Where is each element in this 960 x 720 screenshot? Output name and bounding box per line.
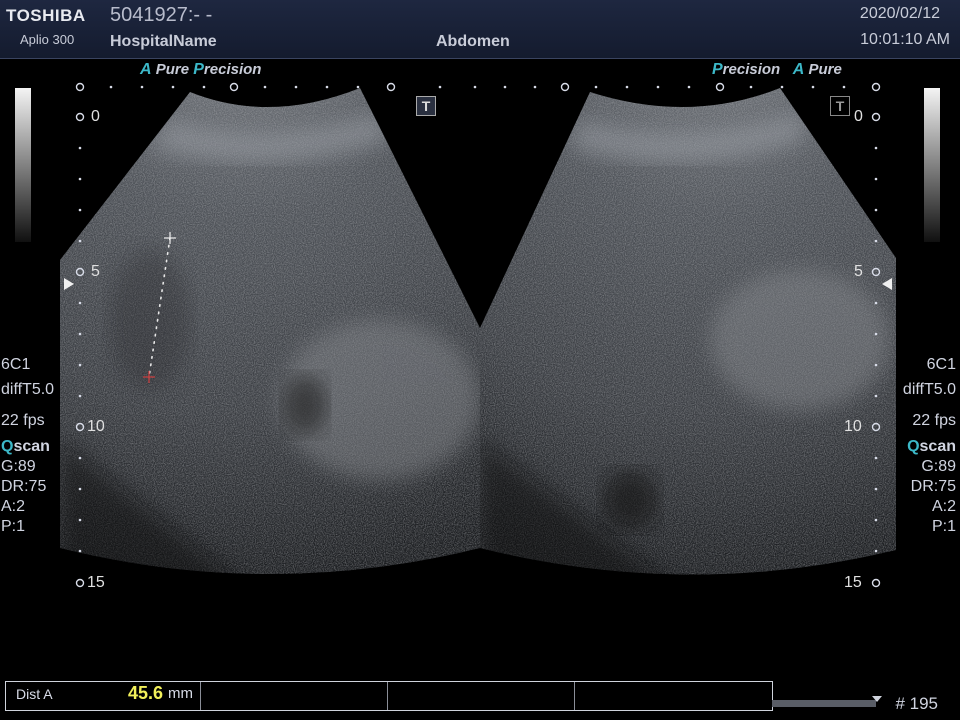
measurement-label: Dist A (16, 686, 53, 702)
hospital-name: HospitalName (110, 33, 217, 50)
left-depth-label-0: 0 (91, 108, 100, 125)
measurement-cell-1[interactable]: Dist A 45.6 mm (6, 682, 201, 710)
left-depth-label-10: 10 (87, 418, 105, 435)
left-depth-label-15: 15 (87, 574, 105, 591)
right-mode: diffT5.0 (902, 381, 956, 398)
right-dynamic-range: DR:75 (910, 478, 956, 495)
left-mode: diffT5.0 (1, 381, 55, 398)
brand-logo: TOSHIBA (6, 6, 86, 25)
right-depth-label-5: 5 (854, 263, 863, 280)
left-dynamic-range: DR:75 (1, 478, 47, 495)
left-qscan: Qscan (1, 438, 50, 455)
right-depth-label-0: 0 (854, 108, 863, 125)
right-depth-label-10: 10 (844, 418, 862, 435)
left-transducer-orientation-icon: T (416, 96, 436, 116)
left-p-param: P:1 (1, 518, 26, 535)
exam-type: Abdomen (436, 33, 510, 50)
ultrasound-display (60, 82, 896, 588)
right-p-param: P:1 (931, 518, 956, 535)
measurement-cell-3 (387, 682, 575, 710)
right-qscan: Qscan (907, 438, 956, 455)
top-scale-markers (75, 82, 881, 92)
left-a-param: A:2 (1, 498, 26, 515)
right-transducer: 6C1 (926, 356, 956, 373)
left-fps: 22 fps (1, 412, 45, 429)
right-fps: 22 fps (912, 412, 956, 429)
right-a-param: A:2 (931, 498, 956, 515)
right-grayscale-bar (924, 88, 940, 242)
measurement-unit: mm (168, 685, 193, 702)
cine-progress-bar[interactable] (772, 700, 876, 707)
header-bar: TOSHIBA Aplio 300 5041927:- - HospitalNa… (0, 0, 960, 59)
frame-number: # 195 (895, 694, 938, 713)
left-transducer: 6C1 (1, 356, 31, 373)
right-transducer-orientation-icon: T (830, 96, 850, 116)
right-scan-image (480, 88, 896, 575)
left-scan-image (60, 88, 480, 574)
exam-date: 2020/02/12 (859, 5, 940, 22)
left-depth-label-5: 5 (91, 263, 100, 280)
measurement-cell-4 (574, 682, 771, 710)
measurement-value: 45.6 (128, 683, 164, 703)
exam-time: 10:01:10 AM (860, 31, 950, 48)
right-precision-apure-logo: Precision A Pure (712, 61, 842, 78)
right-depth-label-15: 15 (844, 574, 862, 591)
right-gain: G:89 (921, 458, 956, 475)
patient-id: 5041927:- - (110, 4, 213, 26)
left-grayscale-bar (15, 88, 31, 242)
device-model: Aplio 300 (20, 32, 75, 47)
left-apure-precision-logo: A Pure Precision (140, 61, 262, 78)
measurement-cell-2 (200, 682, 388, 710)
measurement-results-panel: Dist A 45.6 mm (5, 681, 773, 711)
left-gain: G:89 (1, 458, 36, 475)
